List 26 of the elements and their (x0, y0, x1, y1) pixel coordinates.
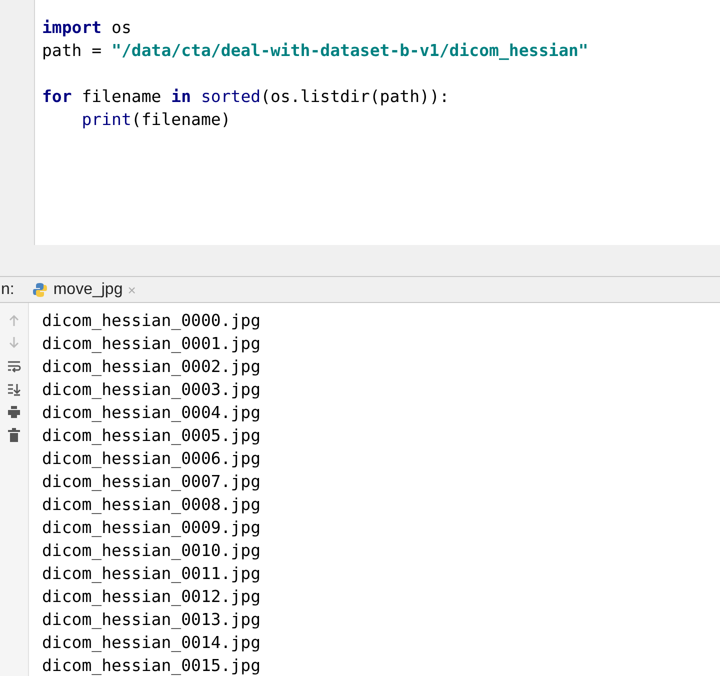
output-line: dicom_hessian_0004.jpg (42, 402, 261, 424)
output-line: dicom_hessian_0008.jpg (42, 494, 261, 516)
output-line: dicom_hessian_0013.jpg (42, 609, 261, 631)
output-line: dicom_hessian_0014.jpg (42, 632, 261, 654)
trash-icon[interactable] (7, 428, 21, 442)
output-line: dicom_hessian_0011.jpg (42, 563, 261, 585)
output-line: dicom_hessian_0000.jpg (42, 310, 261, 332)
code-line: path = "/data/cta/deal-with-dataset-b-v1/dicom_hessian" (42, 40, 588, 62)
code-line: print(filename) (80, 109, 232, 131)
output-line: dicom_hessian_0005.jpg (42, 425, 261, 447)
print-icon[interactable] (7, 405, 21, 419)
scroll-to-end-icon[interactable] (7, 382, 21, 396)
output-line: dicom_hessian_0012.jpg (42, 586, 261, 608)
run-label: n: (1, 280, 14, 298)
code-line: import os (42, 17, 132, 39)
soft-wrap-icon[interactable] (7, 359, 21, 373)
output-line: dicom_hessian_0007.jpg (42, 471, 261, 493)
output-line: dicom_hessian_0006.jpg (42, 448, 261, 470)
output-line: dicom_hessian_0001.jpg (42, 333, 261, 355)
output-line: dicom_hessian_0009.jpg (42, 517, 261, 539)
python-icon (32, 282, 48, 298)
output-line: dicom_hessian_0003.jpg (42, 379, 261, 401)
output-line: dicom_hessian_0015.jpg (42, 655, 261, 676)
output-line: dicom_hessian_0010.jpg (42, 540, 261, 562)
code-line: for filename in sorted(os.listdir(path)): (42, 86, 450, 108)
output-line: dicom_hessian_0002.jpg (42, 356, 261, 378)
